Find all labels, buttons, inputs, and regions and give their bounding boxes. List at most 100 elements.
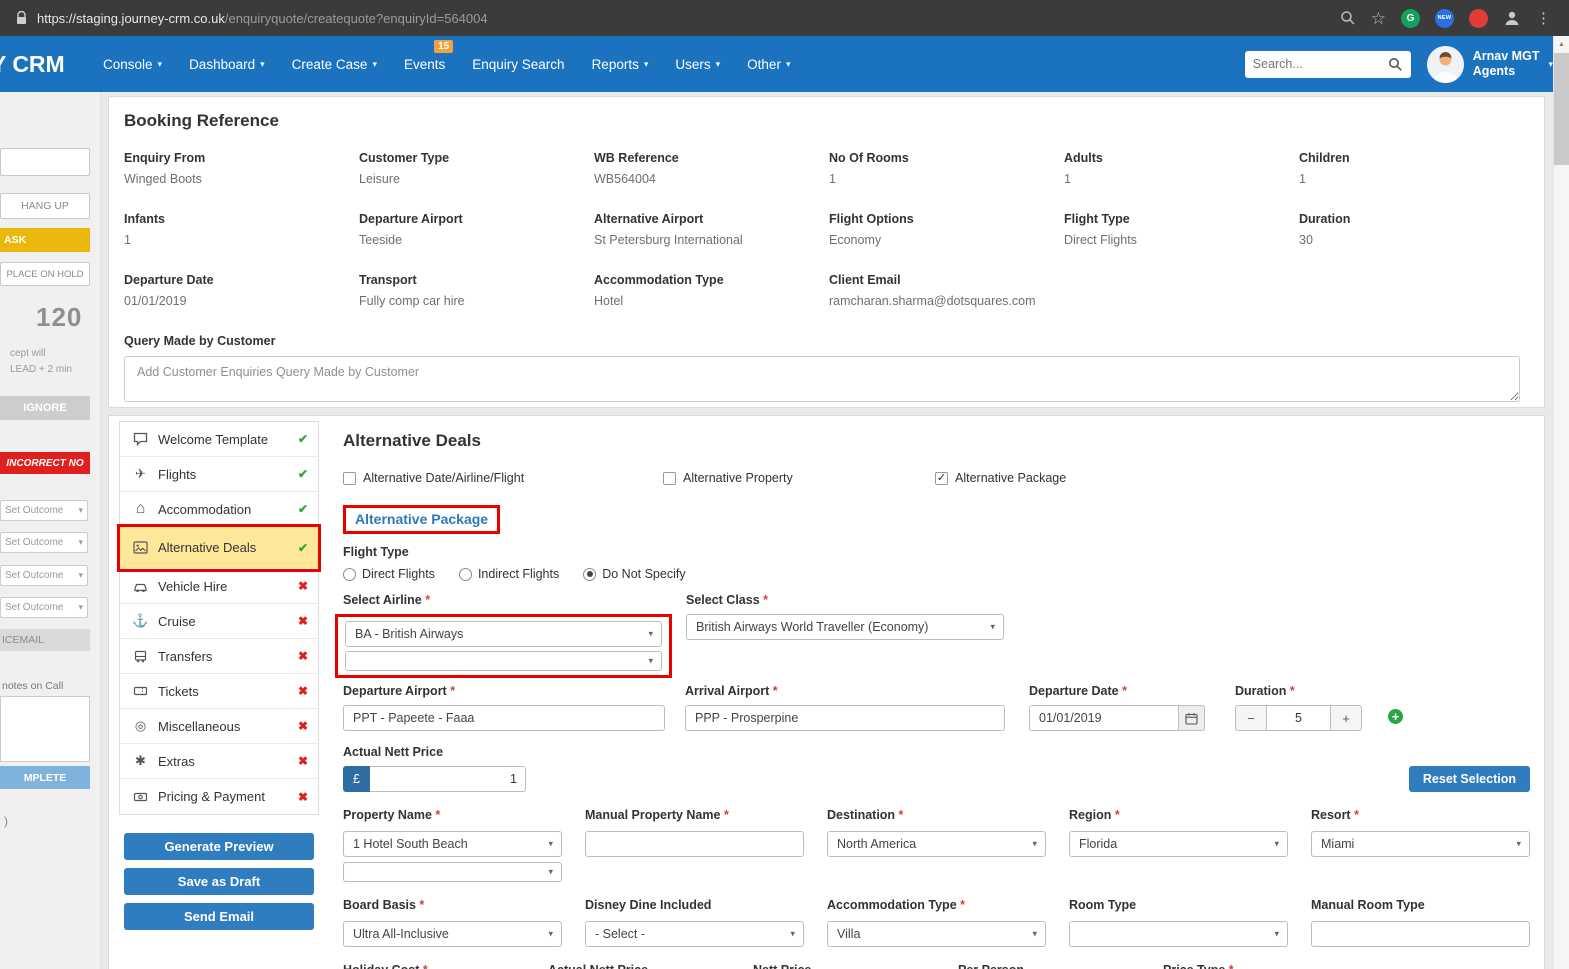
checkbox-box-checked[interactable]: ✓ <box>935 472 948 485</box>
extension-red-icon[interactable] <box>1469 9 1488 28</box>
menu-users[interactable]: Users▾ <box>675 57 720 72</box>
menu-enquiry-search[interactable]: Enquiry Search <box>472 57 564 72</box>
menu-dashboard[interactable]: Dashboard▾ <box>189 57 265 72</box>
chevron-down-icon: ▾ <box>648 656 653 667</box>
departure-date-input[interactable]: 01/01/2019 <box>1029 705 1179 731</box>
checkbox-alternative-date-airline-flight[interactable]: Alternative Date/Airline/Flight <box>343 471 663 485</box>
departure-date-field: Departure Date 01/01/2019 <box>1029 684 1235 731</box>
set-outcome-select-1[interactable]: Set Outcome▾ <box>0 500 88 521</box>
room-type-label: Room Type <box>1069 898 1136 912</box>
incorrect-no-badge[interactable]: INCORRECT NO <box>0 452 90 474</box>
menu-reports[interactable]: Reports▾ <box>592 57 649 72</box>
departure-airport-input[interactable]: PPT - Papeete - Faaa <box>343 705 665 731</box>
section-transfers[interactable]: Transfers ✖ <box>120 639 318 674</box>
manual-property-name-input[interactable] <box>585 831 804 857</box>
extension-new-icon[interactable]: NEW <box>1435 9 1454 28</box>
extension-green-icon[interactable]: G <box>1401 9 1420 28</box>
set-outcome-select-4[interactable]: Set Outcome▾ <box>0 597 88 618</box>
manual-room-type-input[interactable] <box>1311 921 1530 947</box>
checkbox-alternative-property[interactable]: Alternative Property <box>663 471 935 485</box>
radio-circle[interactable] <box>459 568 472 581</box>
radio-circle[interactable] <box>343 568 356 581</box>
radio-circle-selected[interactable] <box>583 568 596 581</box>
accommodation-type-select[interactable]: Villa▾ <box>827 921 1046 947</box>
class-select[interactable]: British Airways World Traveller (Economy… <box>686 614 1004 640</box>
complete-button[interactable]: MPLETE <box>0 766 90 789</box>
call-notes-textarea[interactable] <box>0 696 90 762</box>
page-title: Booking Reference <box>124 111 1520 131</box>
destination-label: Destination <box>827 808 903 822</box>
user-name: Arnav MGT <box>1473 49 1540 64</box>
property-name-select[interactable]: 1 Hotel South Beach▾ <box>343 831 562 857</box>
radio-indirect-flights[interactable]: Indirect Flights <box>459 567 559 581</box>
ignore-button[interactable]: IGNORE <box>0 396 90 420</box>
section-accommodation[interactable]: ⌂ Accommodation ✔ <box>120 492 318 527</box>
set-outcome-select-2[interactable]: Set Outcome▾ <box>0 532 88 553</box>
disney-dine-select[interactable]: - Select -▾ <box>585 921 804 947</box>
section-cruise[interactable]: ⚓ Cruise ✖ <box>120 604 318 639</box>
voicemail-button[interactable]: ICEMAIL <box>0 629 90 651</box>
task-button[interactable]: ASK <box>0 228 90 252</box>
field-transport: TransportFully comp car hire <box>359 273 580 308</box>
set-outcome-select-3[interactable]: Set Outcome▾ <box>0 565 88 586</box>
section-tickets[interactable]: Tickets ✖ <box>120 674 318 709</box>
resort-select[interactable]: Miami▾ <box>1311 831 1530 857</box>
field-wb-reference: WB ReferenceWB564004 <box>594 151 815 186</box>
plus-button[interactable]: + <box>1330 705 1362 731</box>
airline-select[interactable]: BA - British Airways▾ <box>345 621 662 647</box>
menu-events[interactable]: 15Events <box>404 57 445 72</box>
section-extras[interactable]: ✱ Extras ✖ <box>120 744 318 779</box>
checkbox-box[interactable] <box>343 472 356 485</box>
menu-other[interactable]: Other▾ <box>747 57 790 72</box>
minus-button[interactable]: − <box>1235 705 1267 731</box>
calendar-icon[interactable] <box>1179 705 1205 731</box>
save-as-draft-button[interactable]: Save as Draft <box>124 868 314 895</box>
url-text[interactable]: https://staging.journey-crm.co.uk/enquir… <box>37 11 488 26</box>
section-vehicle-hire[interactable]: Vehicle Hire ✖ <box>120 569 318 604</box>
add-package-icon[interactable]: + <box>1388 709 1403 724</box>
lock-icon[interactable] <box>16 11 27 25</box>
actual-nett-price-input[interactable]: 1 <box>370 766 526 792</box>
brand-logo[interactable]: Y CRM <box>0 51 99 78</box>
region-select[interactable]: Florida▾ <box>1069 831 1288 857</box>
chevron-down-icon: ▾ <box>990 622 995 633</box>
airline-select-2[interactable]: ▾ <box>345 651 662 671</box>
reset-selection-button[interactable]: Reset Selection <box>1409 766 1530 792</box>
checkbox-box[interactable] <box>663 472 676 485</box>
profile-icon[interactable] <box>1503 9 1521 27</box>
section-welcome-template[interactable]: Welcome Template ✔ <box>120 422 318 457</box>
nett-price-field: Nett Price £0 <box>753 961 937 969</box>
user-menu[interactable]: Arnav MGT Agents ▾ <box>1427 46 1553 83</box>
radio-direct-flights[interactable]: Direct Flights <box>343 567 435 581</box>
search-submit-icon[interactable] <box>1388 57 1403 72</box>
send-email-button[interactable]: Send Email <box>124 903 314 930</box>
menu-console[interactable]: Console▾ <box>103 57 162 72</box>
search-icon[interactable] <box>1340 10 1356 26</box>
section-flights[interactable]: ✈ Flights ✔ <box>120 457 318 492</box>
section-pricing-payment[interactable]: Pricing & Payment ✖ <box>120 779 318 814</box>
section-miscellaneous[interactable]: ◎ Miscellaneous ✖ <box>120 709 318 744</box>
checkbox-alternative-package[interactable]: ✓Alternative Package <box>935 471 1066 485</box>
radio-do-not-specify[interactable]: Do Not Specify <box>583 567 685 581</box>
app-navbar: Y CRM Console▾ Dashboard▾ Create Case▾ 1… <box>0 36 1569 92</box>
section-alternative-deals[interactable]: Alternative Deals ✔ <box>120 527 318 569</box>
query-textarea[interactable] <box>124 356 1520 402</box>
board-basis-select[interactable]: Ultra All-Inclusive▾ <box>343 921 562 947</box>
search-input[interactable] <box>1253 57 1388 71</box>
place-on-hold-button[interactable]: PLACE ON HOLD <box>0 262 90 286</box>
generate-preview-button[interactable]: Generate Preview <box>124 833 314 860</box>
browser-menu-icon[interactable]: ⋮ <box>1536 11 1551 26</box>
hang-up-button[interactable]: HANG UP <box>0 193 90 219</box>
scroll-up-arrow[interactable]: ▲ <box>1554 36 1569 52</box>
property-name-select-2[interactable]: ▾ <box>343 862 562 882</box>
arrival-airport-input[interactable]: PPP - Prosperpine <box>685 705 1005 731</box>
call-panel-field[interactable] <box>0 148 90 176</box>
scrollbar-thumb[interactable] <box>1554 53 1569 165</box>
room-type-select[interactable]: ▾ <box>1069 921 1288 947</box>
destination-select[interactable]: North America▾ <box>827 831 1046 857</box>
duration-value: 5 <box>1267 705 1330 731</box>
bookmark-star-icon[interactable]: ☆ <box>1371 10 1386 27</box>
ticket-icon <box>132 685 149 697</box>
menu-create-case[interactable]: Create Case▾ <box>292 57 377 72</box>
page-scrollbar[interactable]: ▲ <box>1553 36 1569 969</box>
